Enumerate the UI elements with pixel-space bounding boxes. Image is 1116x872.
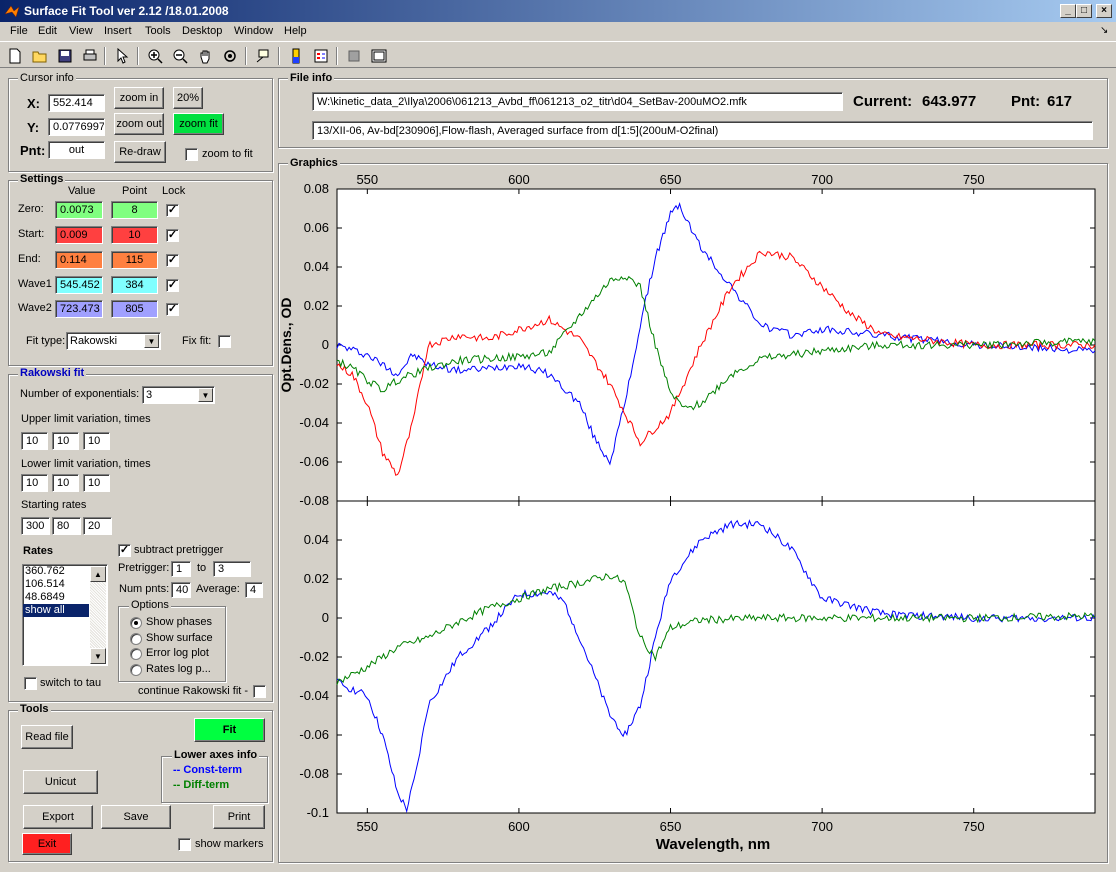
y-axis-label: Opt.Dens., OD — [278, 298, 294, 393]
y-tick-label: -0.1 — [307, 805, 329, 820]
y-tick-label: 0 — [322, 610, 329, 625]
x-tick-label: 750 — [963, 819, 985, 834]
y-tick-label: -0.06 — [299, 454, 329, 469]
y-tick-label: 0.04 — [304, 532, 329, 547]
y-tick-label: -0.06 — [299, 727, 329, 742]
axes-upper[interactable]: 550 600 650 700 750 0.08 0.06 0.04 0.02 0 -0.02 -0.… — [299, 172, 1096, 508]
y-tick-label: -0.02 — [299, 649, 329, 664]
x-tick-label: 650 — [660, 819, 682, 834]
axes-background — [336, 188, 1096, 502]
y-tick-label: -0.04 — [299, 415, 329, 430]
y-tick-label: -0.08 — [299, 493, 329, 508]
y-tick-label: -0.08 — [299, 766, 329, 781]
y-tick-label: -0.04 — [299, 688, 329, 703]
y-tick-label: 0.02 — [304, 571, 329, 586]
x-top-tick-label: 600 — [508, 172, 530, 187]
spectra-plot[interactable]: 550 600 650 700 750 0.08 0.06 0.04 0.02 0 -0.02 -0.… — [0, 0, 1116, 872]
x-top-tick-label: 550 — [356, 172, 378, 187]
x-axis-label: Wavelength, nm — [656, 836, 770, 853]
y-tick-label: 0 — [322, 337, 329, 352]
x-top-tick-label: 650 — [660, 172, 682, 187]
y-tick-label: -0.02 — [299, 376, 329, 391]
x-tick-label: 600 — [508, 819, 530, 834]
y-tick-label: 0.06 — [304, 220, 329, 235]
x-top-tick-label: 700 — [811, 172, 833, 187]
axes-lower[interactable]: 550 600 650 700 750 0.04 0.02 0 -0.02 -0.04 -0.06 -… — [299, 500, 1096, 834]
x-tick-label: 700 — [811, 819, 833, 834]
y-tick-label: 0.04 — [304, 259, 329, 274]
axes-background — [336, 500, 1096, 814]
y-tick-label: 0.02 — [304, 298, 329, 313]
y-tick-label: 0.08 — [304, 181, 329, 196]
x-top-tick-label: 750 — [963, 172, 985, 187]
x-tick-label: 550 — [356, 819, 378, 834]
